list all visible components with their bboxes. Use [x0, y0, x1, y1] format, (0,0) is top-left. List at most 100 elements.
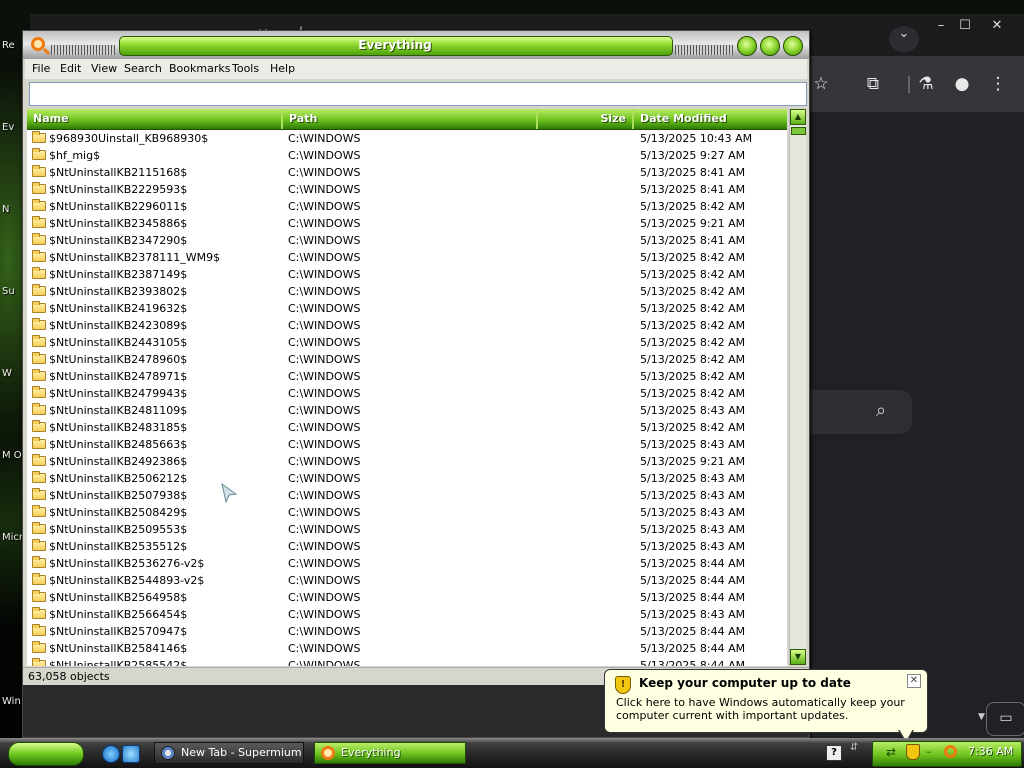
- search-input[interactable]: [29, 82, 807, 106]
- cell-date-modified: 5/13/2025 8:41 AM: [640, 166, 746, 179]
- table-row[interactable]: $NtUninstallKB2347290$ C:\WINDOWS 5/13/202…: [27, 232, 787, 249]
- tab-search-icon[interactable]: ⌄: [889, 26, 919, 52]
- table-row[interactable]: $NtUninstallKB2506212$ C:\WINDOWS 5/13/202…: [27, 470, 787, 487]
- cell-date-modified: 5/13/2025 9:21 AM: [640, 217, 746, 230]
- update-notification-balloon[interactable]: ! Keep your computer up to date ✕ Click …: [604, 669, 928, 733]
- folder-icon: [32, 233, 46, 245]
- table-row[interactable]: $NtUninstallKB2479943$ C:\WINDOWS 5/13/202…: [27, 385, 787, 402]
- menu-tools[interactable]: Tools: [232, 62, 259, 75]
- internet-explorer-icon[interactable]: [102, 745, 120, 763]
- cell-name: $NtUninstallKB2419632$: [32, 300, 282, 317]
- scroll-down-button[interactable]: ▼: [790, 649, 806, 665]
- table-row[interactable]: $NtUninstallKB2508429$ C:\WINDOWS 5/13/202…: [27, 504, 787, 521]
- scroll-thumb[interactable]: [791, 127, 806, 135]
- table-row[interactable]: $NtUninstallKB2481109$ C:\WINDOWS 5/13/202…: [27, 402, 787, 419]
- table-row[interactable]: $968930Uinstall_KB968930$ C:\WINDOWS 5/13/…: [27, 130, 787, 147]
- table-row[interactable]: $NtUninstallKB2378111_WM9$ C:\WINDOWS 5/13…: [27, 249, 787, 266]
- help-icon[interactable]: ?: [826, 745, 842, 761]
- table-row[interactable]: $NtUninstallKB2387149$ C:\WINDOWS 5/13/202…: [27, 266, 787, 283]
- table-row[interactable]: $NtUninstallKB2492386$ C:\WINDOWS 5/13/202…: [27, 453, 787, 470]
- table-row[interactable]: $NtUninstallKB2423089$ C:\WINDOWS 5/13/202…: [27, 317, 787, 334]
- volume-icon[interactable]: –: [926, 745, 932, 758]
- profile-icon[interactable]: ●: [949, 74, 975, 94]
- cell-date-modified: 5/13/2025 8:42 AM: [640, 268, 746, 281]
- cell-date-modified: 5/13/2025 8:41 AM: [640, 183, 746, 196]
- minimize-button[interactable]: [737, 36, 757, 56]
- table-row[interactable]: $NtUninstallKB2443105$ C:\WINDOWS 5/13/202…: [27, 334, 787, 351]
- table-row[interactable]: $NtUninstallKB2566454$ C:\WINDOWS 5/13/202…: [27, 606, 787, 623]
- close-button[interactable]: [783, 36, 803, 56]
- start-button[interactable]: [8, 742, 84, 766]
- table-row[interactable]: $NtUninstallKB2115168$ C:\WINDOWS 5/13/202…: [27, 164, 787, 181]
- table-row[interactable]: $NtUninstallKB2584146$ C:\WINDOWS 5/13/202…: [27, 640, 787, 657]
- folder-icon: [32, 488, 46, 500]
- menu-help[interactable]: Help: [270, 62, 295, 75]
- results-list[interactable]: $968930Uinstall_KB968930$ C:\WINDOWS 5/13/…: [27, 130, 787, 666]
- balloon-close-button[interactable]: ✕: [907, 674, 921, 688]
- cell-path: C:\WINDOWS: [288, 319, 361, 332]
- status-object-count: 63,058 objects: [28, 670, 110, 683]
- table-row[interactable]: $NtUninstallKB2296011$ C:\WINDOWS 5/13/202…: [27, 198, 787, 215]
- table-row[interactable]: $hf_mig$ C:\WINDOWS 5/13/2025 9:27 AM: [27, 147, 787, 164]
- column-header-name[interactable]: Name: [27, 109, 283, 129]
- menu-edit[interactable]: Edit: [60, 62, 81, 75]
- cell-path: C:\WINDOWS: [288, 659, 361, 666]
- chat-icon[interactable]: ▭: [986, 702, 1024, 736]
- taskbar-button-supermium[interactable]: New Tab - Supermium: [154, 742, 304, 764]
- maximize-icon[interactable]: ☐: [950, 18, 980, 33]
- everything-app-icon[interactable]: [31, 37, 45, 51]
- table-row[interactable]: $NtUninstallKB2585542$ C:\WINDOWS 5/13/202…: [27, 657, 787, 666]
- table-row[interactable]: $NtUninstallKB2419632$ C:\WINDOWS 5/13/202…: [27, 300, 787, 317]
- vertical-scrollbar[interactable]: ▲ ▼: [789, 109, 806, 665]
- cell-path: C:\WINDOWS: [288, 421, 361, 434]
- ntp-search-box[interactable]: ⌕: [808, 390, 912, 434]
- cell-date-modified: 5/13/2025 8:42 AM: [640, 336, 746, 349]
- menu-search[interactable]: Search: [124, 62, 162, 75]
- table-row[interactable]: $NtUninstallKB2535512$ C:\WINDOWS 5/13/202…: [27, 538, 787, 555]
- extensions-icon[interactable]: ⧉: [860, 74, 886, 94]
- table-row[interactable]: $NtUninstallKB2536276-v2$ C:\WINDOWS 5/13/…: [27, 555, 787, 572]
- table-row[interactable]: $NtUninstallKB2393802$ C:\WINDOWS 5/13/202…: [27, 283, 787, 300]
- table-row[interactable]: $NtUninstallKB2229593$ C:\WINDOWS 5/13/202…: [27, 181, 787, 198]
- menu-kebab-icon[interactable]: ⋮: [985, 74, 1011, 94]
- taskbar-clock[interactable]: 7:36 AM: [968, 745, 1013, 758]
- cell-name: $NtUninstallKB2509553$: [32, 521, 282, 538]
- table-row[interactable]: $NtUninstallKB2564958$ C:\WINDOWS 5/13/202…: [27, 589, 787, 606]
- table-row[interactable]: $NtUninstallKB2507938$ C:\WINDOWS 5/13/202…: [27, 487, 787, 504]
- column-header-date-modified[interactable]: Date Modified: [634, 109, 787, 129]
- cell-path: C:\WINDOWS: [288, 132, 361, 145]
- menu-file[interactable]: File: [32, 62, 50, 75]
- show-hidden-icons-chevron[interactable]: ⇵: [850, 742, 858, 753]
- cell-path: C:\WINDOWS: [288, 625, 361, 638]
- column-header-size[interactable]: Size: [538, 109, 634, 129]
- close-icon[interactable]: ✕: [982, 18, 1012, 33]
- maximize-button[interactable]: [760, 36, 780, 56]
- outlook-express-icon[interactable]: [122, 745, 140, 763]
- column-header-path[interactable]: Path: [283, 109, 538, 129]
- labs-flask-icon[interactable]: ⚗: [913, 74, 939, 94]
- bookmark-star-icon[interactable]: ☆: [808, 74, 834, 94]
- table-row[interactable]: $NtUninstallKB2478971$ C:\WINDOWS 5/13/202…: [27, 368, 787, 385]
- everything-tray-icon[interactable]: [944, 745, 957, 758]
- table-row[interactable]: $NtUninstallKB2485663$ C:\WINDOWS 5/13/202…: [27, 436, 787, 453]
- folder-icon: [32, 250, 46, 262]
- taskbar-button-everything[interactable]: Everything: [314, 742, 466, 764]
- table-row[interactable]: $NtUninstallKB2483185$ C:\WINDOWS 5/13/202…: [27, 419, 787, 436]
- table-row[interactable]: $NtUninstallKB2509553$ C:\WINDOWS 5/13/202…: [27, 521, 787, 538]
- file-name: $NtUninstallKB2115168$: [49, 166, 188, 179]
- network-icon[interactable]: ⇄: [886, 745, 896, 759]
- file-name: $NtUninstallKB2584146$: [49, 642, 188, 655]
- file-name: $NtUninstallKB2535512$: [49, 540, 188, 553]
- menu-bookmarks[interactable]: Bookmarks: [169, 62, 230, 75]
- table-row[interactable]: $NtUninstallKB2478960$ C:\WINDOWS 5/13/202…: [27, 351, 787, 368]
- file-name: $NtUninstallKB2492386$: [49, 455, 188, 468]
- menu-view[interactable]: View: [91, 62, 117, 75]
- scroll-down-arrow-icon[interactable]: ▼: [978, 712, 985, 722]
- cell-path: C:\WINDOWS: [288, 268, 361, 281]
- cell-path: C:\WINDOWS: [288, 489, 361, 502]
- security-alert-tray-icon[interactable]: [906, 744, 920, 760]
- table-row[interactable]: $NtUninstallKB2345886$ C:\WINDOWS 5/13/202…: [27, 215, 787, 232]
- scroll-up-button[interactable]: ▲: [790, 109, 806, 125]
- table-row[interactable]: $NtUninstallKB2544893-v2$ C:\WINDOWS 5/13/…: [27, 572, 787, 589]
- table-row[interactable]: $NtUninstallKB2570947$ C:\WINDOWS 5/13/202…: [27, 623, 787, 640]
